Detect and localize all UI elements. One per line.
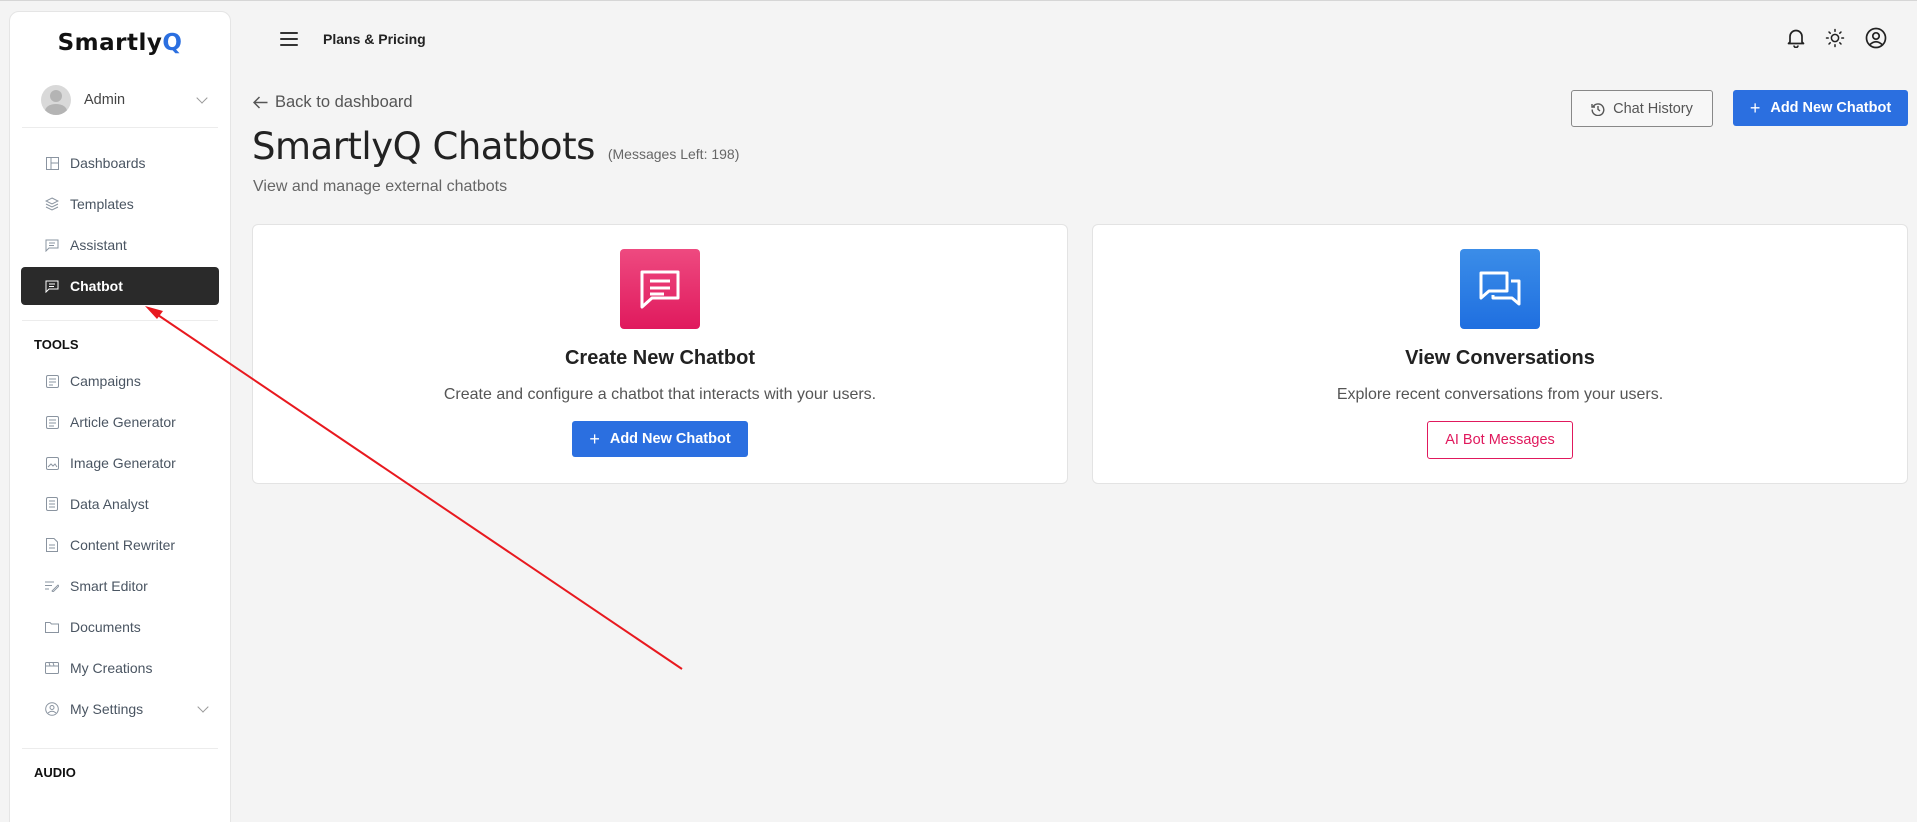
chevron-down-icon [197,701,209,713]
user-account-icon[interactable] [1865,27,1887,49]
chevron-down-icon [196,91,208,104]
topbar-actions [1787,27,1887,49]
dashboard-icon [45,156,59,170]
sidebar-item-label: Data Analyst [70,496,149,512]
sidebar-item-image-generator[interactable]: Image Generator [21,444,219,482]
avatar [41,84,71,115]
page-title-block: SmartlyQ Chatbots (Messages Left: 198) [252,125,739,168]
rewrite-icon [45,538,59,552]
tools-nav: Campaigns Article Generator Image Genera… [10,362,230,728]
sidebar-item-templates[interactable]: Templates [21,185,219,223]
section-title-tools: TOOLS [34,337,79,352]
arrow-left-icon [253,96,268,109]
user-menu[interactable]: Admin [22,78,218,128]
message-icon [45,238,59,252]
sidebar-item-label: Templates [70,196,134,212]
chat-history-button[interactable]: Chat History [1571,90,1713,127]
card-description: Create and configure a chatbot that inte… [443,386,877,403]
sidebar-item-article-generator[interactable]: Article Generator [21,403,219,441]
bell-icon[interactable] [1787,28,1805,48]
menu-toggle-icon[interactable] [280,31,298,46]
logo-text: Smartly [57,30,163,56]
chat-bubble-icon [620,249,700,329]
settings-icon [45,702,59,716]
card-button-label: AI Bot Messages [1445,432,1555,448]
sidebar-item-data-analyst[interactable]: Data Analyst [21,485,219,523]
theme-sun-icon[interactable] [1825,28,1845,48]
card-button-label: Add New Chatbot [609,431,731,447]
sidebar-item-dashboards[interactable]: Dashboards [21,144,219,182]
sidebar-item-label: Campaigns [70,373,141,389]
divider [22,320,218,321]
sidebar-item-label: Chatbot [70,278,123,294]
card-add-new-chatbot-button[interactable]: + Add New Chatbot [572,421,748,457]
conversations-icon [1460,249,1540,329]
article-icon [45,415,59,429]
card-description: Explore recent conversations from your u… [1336,386,1664,403]
sidebar-item-documents[interactable]: Documents [21,608,219,646]
sidebar-item-content-rewriter[interactable]: Content Rewriter [21,526,219,564]
card-title: Create New Chatbot [564,347,756,369]
view-conversations-card: View Conversations Explore recent conver… [1092,224,1908,484]
folder-icon [45,620,59,634]
card-title: View Conversations [1405,347,1595,369]
sidebar-item-label: Dashboards [70,155,146,171]
sidebar-item-my-creations[interactable]: My Creations [21,649,219,687]
logo-q: Q [162,30,183,56]
plans-pricing-link[interactable]: Plans & Pricing [323,31,426,47]
page-title: SmartlyQ Chatbots [252,125,595,168]
sidebar-item-label: Article Generator [70,414,176,430]
create-chatbot-card: Create New Chatbot Create and configure … [252,224,1068,484]
sidebar-item-label: My Creations [70,660,153,676]
sidebar-item-label: Image Generator [70,455,176,471]
add-new-chatbot-button[interactable]: + Add New Chatbot [1733,90,1908,126]
sidebar-item-chatbot[interactable]: Chatbot [21,267,219,305]
section-title-audio: AUDIO [34,765,76,780]
sidebar-item-label: My Settings [70,701,144,717]
chat-icon [45,279,59,293]
history-icon [1591,102,1605,116]
image-icon [45,456,59,470]
user-name: Admin [84,91,126,108]
ai-bot-messages-button[interactable]: AI Bot Messages [1427,421,1573,459]
sidebar-item-smart-editor[interactable]: Smart Editor [21,567,219,605]
back-label: Back to dashboard [275,93,413,111]
sidebar: Smartly Q Admin Dashboards Templates Assi… [9,11,231,822]
add-new-chatbot-label: Add New Chatbot [1770,100,1892,116]
divider [22,748,218,749]
data-icon [45,497,59,511]
sidebar-item-my-settings[interactable]: My Settings [21,690,219,728]
sidebar-item-assistant[interactable]: Assistant [21,226,219,264]
sidebar-item-label: Smart Editor [70,578,148,594]
sidebar-item-label: Content Rewriter [70,537,176,553]
main-nav: Dashboards Templates Assistant Chatbot [10,144,230,305]
plus-icon: + [589,429,600,449]
topbar: Plans & Pricing [250,1,1917,76]
sidebar-item-label: Assistant [70,237,127,253]
layers-icon [45,197,59,211]
sidebar-item-label: Documents [70,619,141,635]
app-logo[interactable]: Smartly Q [10,12,230,74]
messages-left-badge: (Messages Left: 198) [607,146,740,162]
plus-icon: + [1749,98,1761,118]
editor-icon [45,579,59,593]
sidebar-item-campaigns[interactable]: Campaigns [21,362,219,400]
chat-history-label: Chat History [1613,100,1693,117]
cards-row: Create New Chatbot Create and configure … [252,224,1908,484]
campaign-icon [45,374,59,388]
creations-icon [45,661,59,675]
back-to-dashboard-link[interactable]: Back to dashboard [253,93,413,112]
page-subtitle: View and manage external chatbots [253,178,508,195]
